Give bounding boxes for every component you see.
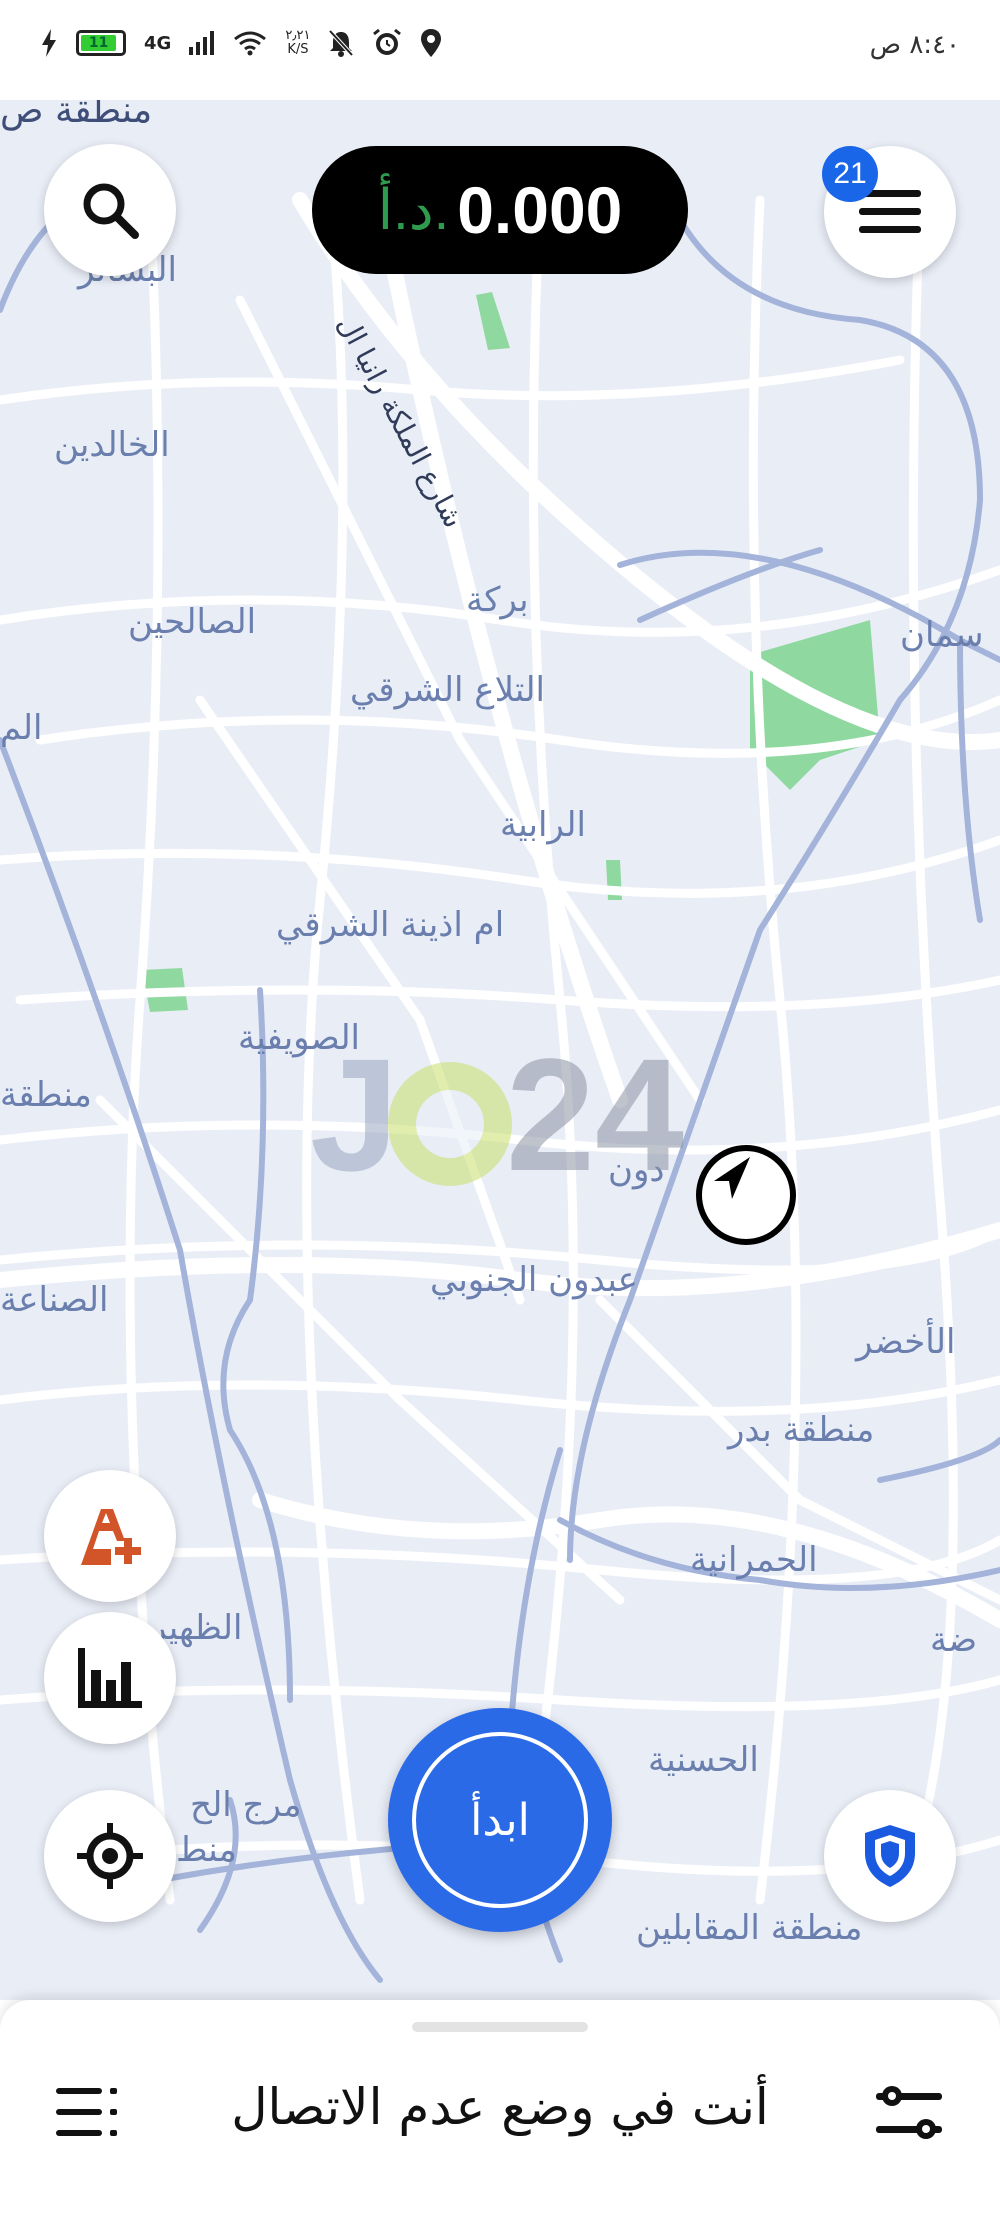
status-bar: 11 4G ٢٫٢١ K/S ٨:٤٠ ص [0,0,1000,100]
preferences-button[interactable] [876,2082,946,2148]
earnings-amount: 0.000 [457,173,623,247]
mute-icon [329,29,354,57]
bar-chart-icon [78,1648,142,1708]
place-label: سمان [900,615,984,655]
shield-icon [865,1825,915,1887]
place-label: الخالدين [54,425,170,465]
place-label: ام اذينة الشرقي [276,905,505,945]
alarm-icon [373,28,402,55]
watermark-logo: J 24 [310,1025,690,1204]
place-label: منط [176,1830,237,1870]
search-icon [83,183,139,239]
network-type: 4G [144,32,172,54]
search-button[interactable] [44,144,176,276]
place-label: الم [0,708,43,748]
earnings-pill[interactable]: د.أ. 0.000 [312,146,688,274]
locate-me-button[interactable] [44,1790,176,1922]
place-label: بركة [466,580,529,620]
status-icons: 11 4G ٢٫٢١ K/S [40,28,442,58]
bottom-sheet[interactable]: أنت في وضع عدم الاتصال [0,2000,1000,2222]
currency-label: د.أ. [377,178,450,241]
list-icon [56,2088,117,2136]
svg-text:24: 24 [506,1040,684,1190]
place-label: الرابية [500,805,586,845]
sheet-handle[interactable] [412,2022,588,2032]
place-label: الصالحين [128,602,257,642]
place-label: مرج الح [190,1785,302,1825]
svg-text:J: J [310,1040,399,1190]
place-label: منطقة بدر [728,1410,875,1450]
wifi-icon [234,31,267,56]
go-online-button[interactable]: ابدأ [388,1708,612,1932]
charging-icon [42,29,56,57]
place-label: منطقة [0,1075,92,1115]
sliders-icon [876,2086,942,2139]
place-label: الحسنية [648,1740,759,1780]
current-location-marker [696,1145,796,1245]
stats-button[interactable] [44,1612,176,1744]
place-label: الحمرانية [690,1540,818,1580]
place-label: عبدون الجنوبي [430,1260,638,1300]
place-label: منطقة المقابلين [636,1908,863,1948]
list-button[interactable] [56,2084,126,2144]
place-label: الصناعة [0,1280,109,1320]
place-label: التلاع الشرقي [350,670,545,710]
crosshair-icon [77,1823,143,1889]
safety-button[interactable] [824,1790,956,1922]
place-label: الأخضر [856,1322,956,1362]
battery-level: 11 [81,35,117,51]
clock: ٨:٤٠ ص [869,30,960,60]
battery-icon: 11 [76,30,126,56]
signal-icon [189,31,215,55]
a-plus-icon [81,1509,141,1565]
place-label: ضة [930,1620,978,1660]
go-online-label: ابدأ [412,1732,588,1908]
location-icon [421,29,442,57]
boost-button[interactable] [44,1470,176,1602]
notification-badge: 21 [822,146,878,202]
network-speed: ٢٫٢١ K/S [285,28,311,57]
offline-status-text: أنت في وضع عدم الاتصال [231,2078,769,2136]
navigation-arrow-icon [714,1157,750,1199]
place-label: منطقة ص [0,100,153,131]
